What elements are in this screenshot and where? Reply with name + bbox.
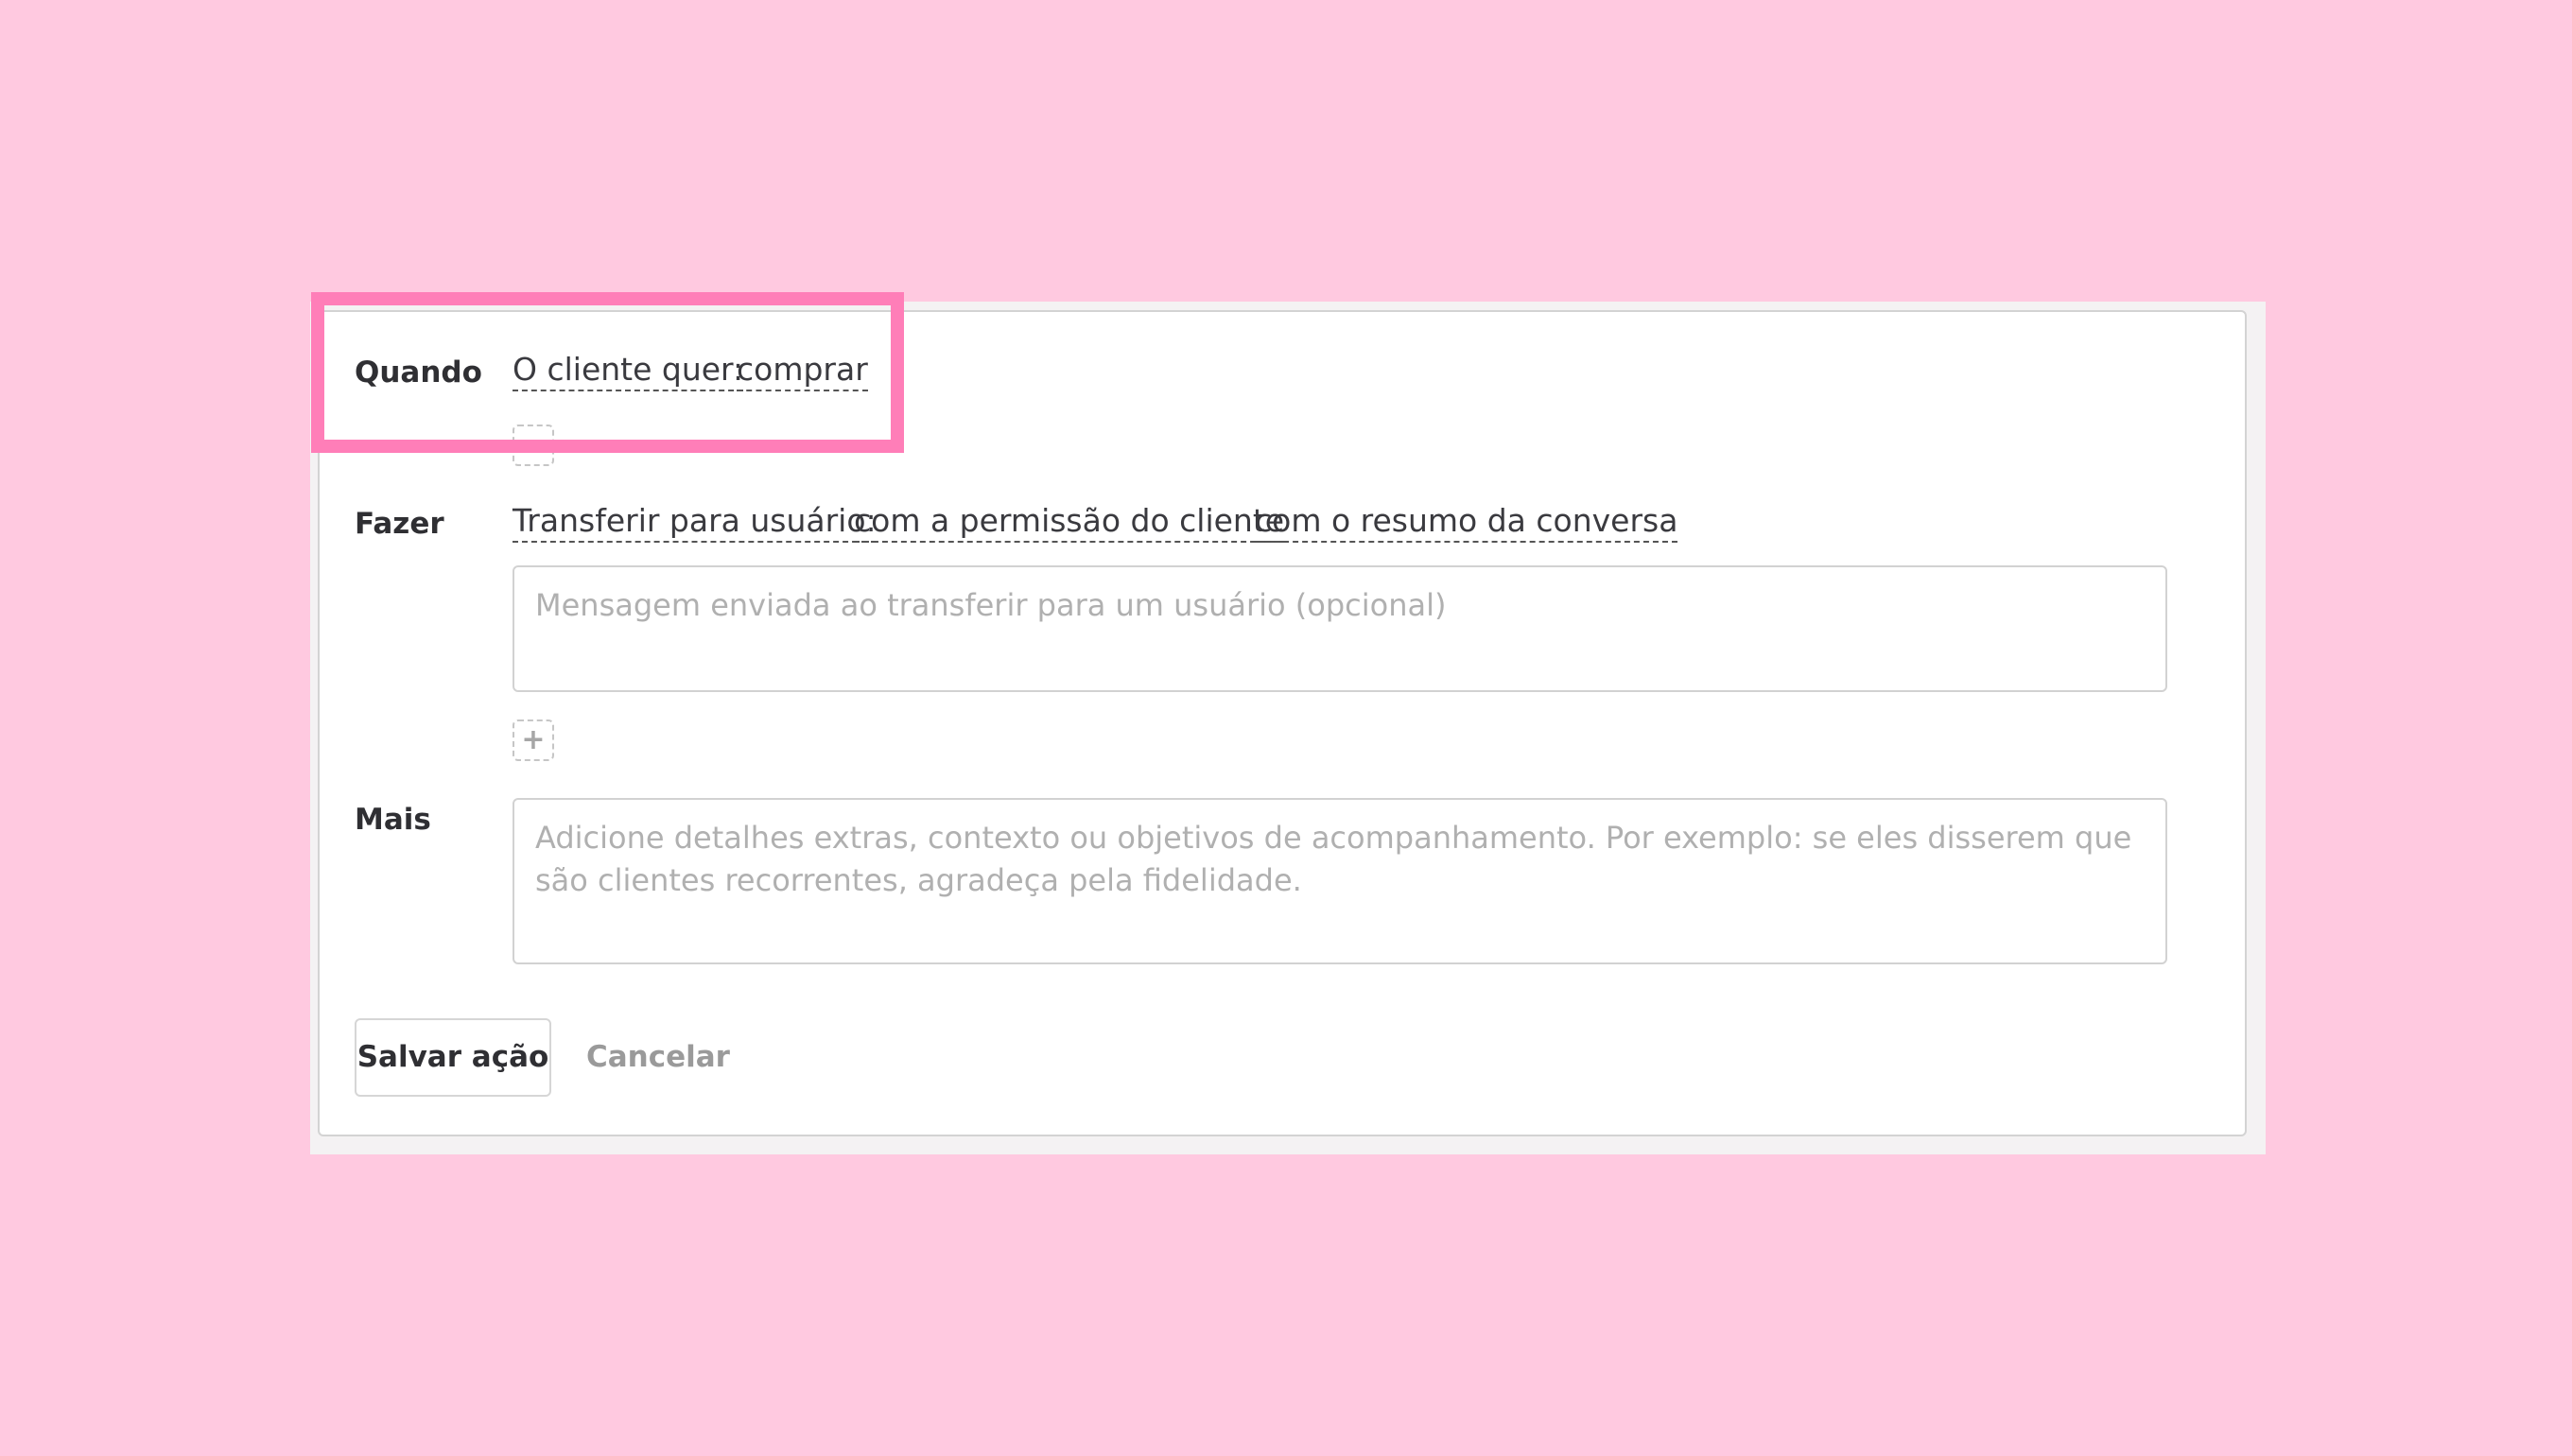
add-action-button[interactable]: + (513, 719, 554, 761)
when-label: Quando (355, 355, 482, 390)
transfer-message-field[interactable]: Mensagem enviada ao transferir para um u… (513, 565, 2167, 692)
customer-wants-chip[interactable]: O cliente quer: (513, 350, 744, 391)
add-condition-button[interactable] (513, 425, 554, 466)
action-editor-panel (318, 310, 2247, 1136)
plus-icon: + (521, 723, 546, 756)
customer-permission-chip[interactable]: com a permissão do cliente (854, 501, 1285, 543)
save-action-button[interactable]: Salvar ação (355, 1018, 551, 1097)
intent-value-chip[interactable]: comprar (737, 350, 868, 391)
extra-details-field[interactable]: Adicione detalhes extras, contexto ou ob… (513, 798, 2167, 964)
do-label: Fazer (355, 507, 444, 541)
conversation-summary-chip[interactable]: com o resumo da conversa (1255, 501, 1678, 543)
transfer-to-user-chip[interactable]: Transferir para usuário: (513, 501, 877, 543)
cancel-button[interactable]: Cancelar (586, 1037, 730, 1077)
more-label: Mais (355, 803, 431, 837)
